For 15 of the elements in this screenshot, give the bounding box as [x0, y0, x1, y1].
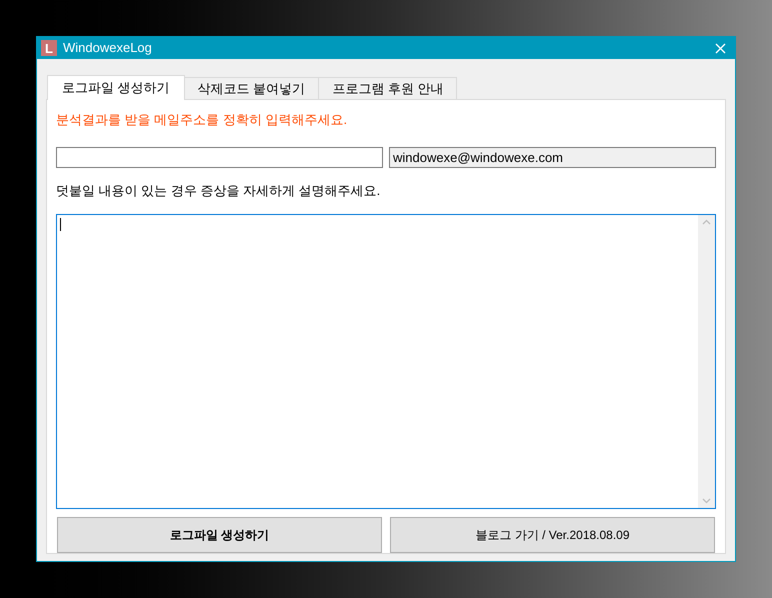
description-label: 덧붙일 내용이 있는 경우 증상을 자세하게 설명해주세요.	[56, 182, 382, 199]
email-field[interactable]	[56, 147, 383, 168]
notice-text: 분석결과를 받을 메일주소를 정확히 입력해주세요.	[56, 111, 348, 128]
tab[interactable]: 로그파일 생성하기	[47, 75, 185, 100]
description-textarea[interactable]	[56, 214, 716, 509]
scroll-down-icon[interactable]	[702, 498, 711, 504]
tab[interactable]: 프로그램 후원 안내	[318, 77, 458, 99]
app-icon: L	[41, 40, 57, 56]
action-button[interactable]: 로그파일 생성하기	[57, 517, 382, 553]
sender-email-field[interactable]: windowexe@windowexe.com	[389, 147, 716, 168]
close-icon	[714, 42, 726, 54]
action-button[interactable]: 블로그 가기 / Ver.2018.08.09	[390, 517, 715, 553]
scroll-up-icon[interactable]	[702, 219, 711, 225]
window-title: WindowexeLog	[63, 39, 153, 58]
scrollbar[interactable]	[698, 215, 715, 508]
